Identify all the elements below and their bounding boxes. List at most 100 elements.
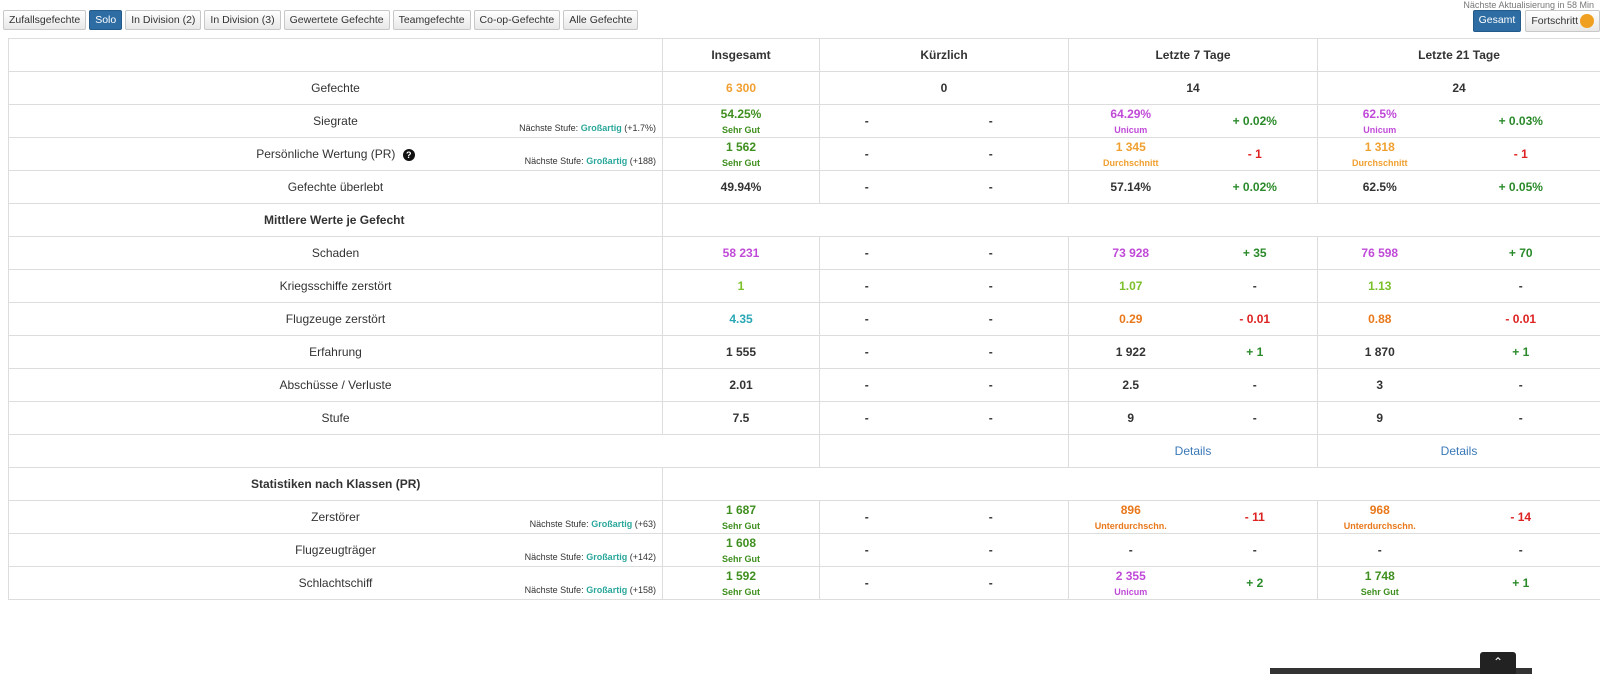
tier-recent: - xyxy=(819,401,914,435)
winrate-last21-diff: + 0.03% xyxy=(1441,104,1600,138)
next-level-name[interactable]: Großartig xyxy=(586,552,627,562)
ships-recent: - xyxy=(819,269,914,303)
planes-last7: 0.29 xyxy=(1068,302,1193,336)
pr-total-rating: Sehr Gut xyxy=(721,158,760,168)
next-level-destroyer: Nächste Stufe: Großartig (+63) xyxy=(530,519,656,529)
header-recent: Kürzlich xyxy=(819,38,1069,72)
filter-division2-button[interactable]: In Division (2) xyxy=(125,10,202,30)
battles-last21: 24 xyxy=(1317,71,1600,105)
pr-last7-value: 1 345 xyxy=(1115,140,1146,154)
pr-last7: 1 345 Durchschnitt xyxy=(1068,137,1193,171)
destroyer-total-rating: Sehr Gut xyxy=(721,521,760,531)
row-section-class: Statistiken nach Klassen (PR) xyxy=(8,467,1600,501)
label-pr: Persönliche Wertung (PR) xyxy=(256,147,396,161)
row-damage: Schaden 58 231 - - 73 928 + 35 76 598 + … xyxy=(8,236,1600,270)
battleship-total: 1 592 Sehr Gut xyxy=(662,566,820,600)
next-prefix: Nächste Stufe: xyxy=(524,552,584,562)
filter-team-button[interactable]: Teamgefechte xyxy=(392,10,471,30)
next-level-winrate: Nächste Stufe: Großartig (+1.7%) xyxy=(519,123,656,133)
header-total: Insgesamt xyxy=(662,38,820,72)
ships-last21-diff: - xyxy=(1441,269,1600,303)
ships-last7: 1.07 xyxy=(1068,269,1193,303)
next-level-name[interactable]: Großartig xyxy=(581,123,622,133)
pr-recent: - xyxy=(819,137,914,171)
new-badge-icon xyxy=(1580,14,1594,28)
carrier-last21: - xyxy=(1317,533,1442,567)
question-icon[interactable]: ? xyxy=(402,149,415,161)
xp-last7: 1 922 xyxy=(1068,335,1193,369)
carrier-recent: - xyxy=(819,533,914,567)
destroyer-last21-rating: Unterdurchschn. xyxy=(1343,521,1416,531)
label-kd: Abschüsse / Verluste xyxy=(8,368,663,402)
next-prefix: Nächste Stufe: xyxy=(529,519,589,529)
planes-last21-diff: - 0.01 xyxy=(1441,302,1600,336)
ships-total: 1 xyxy=(662,269,820,303)
xp-last21-diff: + 1 xyxy=(1441,335,1600,369)
survived-last21: 62.5% xyxy=(1317,170,1442,204)
label-battleship-cell: Schlachtschiff Nächste Stufe: Großartig (… xyxy=(8,566,663,600)
destroyer-total-value: 1 687 xyxy=(725,503,757,517)
filter-division3-button[interactable]: In Division (3) xyxy=(204,10,281,30)
battleship-last21-rating: Sehr Gut xyxy=(1360,587,1399,597)
damage-recent-diff: - xyxy=(913,236,1069,270)
tier-last7: 9 xyxy=(1068,401,1193,435)
update-note: Nächste Aktualisierung in 58 Min xyxy=(1463,0,1594,10)
label-ships: Kriegsschiffe zerstört xyxy=(8,269,663,303)
pr-last21-diff: - 1 xyxy=(1441,137,1600,171)
details-empty xyxy=(8,434,820,468)
details-recent-empty xyxy=(819,434,1069,468)
battleship-last7: 2 355 Unicum xyxy=(1068,566,1193,600)
total-view-button[interactable]: Gesamt xyxy=(1472,10,1522,32)
survived-recent: - xyxy=(819,170,914,204)
row-carrier: Flugzeugträger Nächste Stufe: Großartig (… xyxy=(8,533,1600,567)
next-level-name[interactable]: Großartig xyxy=(591,519,632,529)
filter-ranked-button[interactable]: Gewertete Gefechte xyxy=(283,10,390,30)
carrier-total-value: 1 608 xyxy=(725,536,757,550)
damage-total: 58 231 xyxy=(662,236,820,270)
next-prefix: Nächste Stufe: xyxy=(519,123,579,133)
details-last7-link[interactable]: Details xyxy=(1067,434,1319,468)
carrier-total: 1 608 Sehr Gut xyxy=(662,533,820,567)
destroyer-last21-value: 968 xyxy=(1369,503,1390,517)
kd-recent-diff: - xyxy=(913,368,1069,402)
destroyer-last7-rating: Unterdurchschn. xyxy=(1094,521,1167,531)
filter-all-button[interactable]: Alle Gefechte xyxy=(563,10,639,30)
carrier-recent-diff: - xyxy=(913,533,1069,567)
section-class-title: Statistiken nach Klassen (PR) xyxy=(8,467,663,501)
filter-random-button[interactable]: Zufallsgefechte xyxy=(3,10,87,30)
label-carrier: Flugzeugträger xyxy=(295,543,376,557)
battleship-last7-value: 2 355 xyxy=(1115,569,1146,583)
battleship-total-rating: Sehr Gut xyxy=(721,587,760,597)
row-winrate: Siegrate Nächste Stufe: Großartig (+1.7%)… xyxy=(8,104,1600,138)
next-gain: (+158) xyxy=(629,585,656,595)
top-bar: Zufallsgefechte Solo In Division (2) In … xyxy=(0,0,1600,38)
winrate-total: 54.25% Sehr Gut xyxy=(662,104,820,138)
xp-recent: - xyxy=(819,335,914,369)
ships-last7-diff: - xyxy=(1192,269,1319,303)
tier-last21: 9 xyxy=(1317,401,1442,435)
stats-table: Insgesamt Kürzlich Letzte 7 Tage Letzte … xyxy=(8,38,1600,600)
row-pr: Persönliche Wertung (PR) ? Nächste Stufe:… xyxy=(8,137,1600,171)
pr-last7-rating: Durchschnitt xyxy=(1102,158,1159,168)
destroyer-last7-diff: - 11 xyxy=(1192,500,1319,534)
row-planes: Flugzeuge zerstört 4.35 - - 0.29 - 0.01 … xyxy=(8,302,1600,336)
label-destroyer: Zerstörer xyxy=(311,510,360,524)
row-tier: Stufe 7.5 - - 9 - 9 - xyxy=(8,401,1600,435)
row-details: Details Details xyxy=(8,434,1600,468)
pr-total: 1 562 Sehr Gut xyxy=(662,137,820,171)
winrate-last7-diff: + 0.02% xyxy=(1192,104,1319,138)
filter-coop-button[interactable]: Co-op-Gefechte xyxy=(473,10,561,30)
next-level-pr: Nächste Stufe: Großartig (+188) xyxy=(525,156,656,166)
scroll-up-button[interactable]: ⌃ xyxy=(1480,652,1516,674)
header-last7: Letzte 7 Tage xyxy=(1067,38,1319,72)
ships-last21: 1.13 xyxy=(1317,269,1442,303)
damage-recent: - xyxy=(819,236,914,270)
details-last21-link[interactable]: Details xyxy=(1317,434,1600,468)
filter-solo-button[interactable]: Solo xyxy=(89,10,123,30)
next-level-name[interactable]: Großartig xyxy=(586,585,627,595)
battles-total: 6 300 xyxy=(662,71,820,105)
destroyer-last21: 968 Unterdurchschn. xyxy=(1317,500,1442,534)
winrate-last7-rating: Unicum xyxy=(1114,125,1148,135)
progress-view-button[interactable]: Fortschritt xyxy=(1525,10,1600,32)
next-level-name[interactable]: Großartig xyxy=(586,156,627,166)
